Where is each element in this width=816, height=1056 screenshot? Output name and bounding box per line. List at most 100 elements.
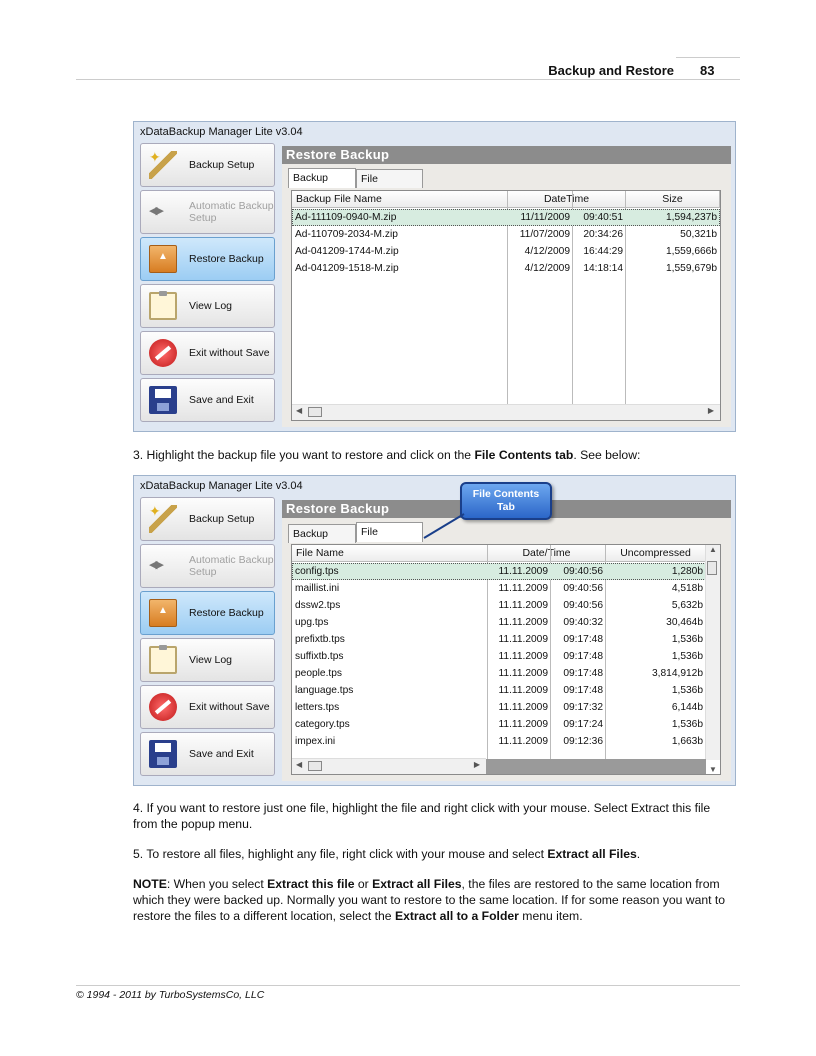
table-cell: 1,536b [671, 634, 703, 645]
column-header[interactable]: Uncompressed Size [606, 545, 706, 575]
scroll-up-icon[interactable]: ▲ [709, 545, 717, 554]
table-row[interactable]: Ad-110709-2034-M.zip 11/07/2009 20:34:26 50… [292, 226, 720, 243]
cycle-arrows-icon [149, 552, 177, 580]
scroll-thumb[interactable] [707, 561, 717, 575]
table-cell: 1,663b [671, 736, 703, 747]
save-and-exit-button[interactable]: Save and Exit [140, 732, 275, 776]
column-header[interactable]: Date/Time [488, 545, 606, 562]
table-cell: 11.11.2009 [498, 566, 548, 577]
scroll-thumb[interactable] [308, 407, 322, 417]
table-cell: 3,814,912b [652, 668, 703, 679]
column-header[interactable]: Backup File Name [292, 191, 508, 208]
backup-file-list[interactable]: Backup File Name DateTime Size Ad-111109… [291, 190, 721, 421]
table-cell: category.tps [295, 719, 350, 730]
save-and-exit-button[interactable]: Save and Exit [140, 378, 275, 422]
button-label: Restore Backup [189, 607, 264, 619]
table-cell: 4,518b [671, 583, 703, 594]
restore-panel: Restore Backup Backup Files File content… [282, 500, 731, 781]
scroll-right-icon[interactable]: ▶ [708, 406, 714, 415]
table-cell: 11.11.2009 [498, 600, 548, 611]
callout-pointer [423, 513, 465, 539]
restore-backup-button[interactable]: Restore Backup [140, 591, 275, 635]
app-window-backup-files: xDataBackup Manager Lite v3.04 Backup Se… [133, 121, 736, 432]
exit-without-save-button[interactable]: Exit without Save [140, 331, 275, 375]
table-cell: 50,321b [680, 229, 717, 240]
automatic-backup-setup-button[interactable]: Automatic BackupSetup [140, 190, 275, 234]
table-cell: people.tps [295, 668, 343, 679]
button-label: Backup Setup [189, 159, 255, 171]
table-row[interactable]: Ad-041209-1518-M.zip 4/12/2009 14:18:14 1,5… [292, 260, 720, 277]
table-cell: Ad-110709-2034-M.zip [295, 229, 398, 240]
scroll-left-icon[interactable]: ◀ [296, 406, 302, 415]
table-row[interactable]: Ad-111109-0940-M.zip 11/11/2009 09:40:51 1,… [292, 209, 720, 226]
horizontal-scrollbar[interactable]: ◀ ▶ [292, 404, 720, 420]
button-label: Exit without Save [189, 701, 270, 713]
table-cell: prefixtb.tps [295, 634, 345, 645]
table-row[interactable]: category.tps 11.11.2009 09:17:24 1,536b [292, 716, 706, 733]
note-paragraph: NOTE: When you select Extract this file … [133, 877, 726, 923]
table-cell: 09:40:56 [563, 566, 603, 577]
header-rule-top [676, 57, 740, 58]
table-row[interactable]: suffixtb.tps 11.11.2009 09:17:48 1,536b [292, 648, 706, 665]
table-cell: config.tps [295, 566, 339, 577]
table-cell: 4/12/2009 [524, 263, 570, 274]
table-cell: 09:40:51 [583, 212, 623, 223]
tab-file-contents[interactable]: File contents [356, 169, 423, 203]
scroll-left-icon[interactable]: ◀ [296, 760, 302, 769]
exit-without-save-button[interactable]: Exit without Save [140, 685, 275, 729]
table-cell: 1,536b [671, 719, 703, 730]
table-cell: maillist.ini [295, 583, 340, 594]
scrollbar-filler [486, 759, 706, 774]
table-row[interactable]: language.tps 11.11.2009 09:17:48 1,536b [292, 682, 706, 699]
table-cell: 4/12/2009 [524, 246, 570, 257]
table-row[interactable]: maillist.ini 11.11.2009 09:40:56 4,518b [292, 580, 706, 597]
scroll-down-icon[interactable]: ▼ [709, 765, 717, 774]
table-row[interactable]: dssw2.tps 11.11.2009 09:40:56 5,632b [292, 597, 706, 614]
floppy-disk-icon [149, 740, 177, 768]
button-label: View Log [189, 300, 233, 312]
table-cell: 11.11.2009 [498, 617, 548, 628]
restore-backup-button[interactable]: Restore Backup [140, 237, 275, 281]
scroll-right-icon[interactable]: ▶ [474, 760, 480, 769]
tab-backup-files[interactable]: Backup Files [288, 168, 356, 202]
table-row[interactable]: config.tps 11.11.2009 09:40:56 1,280b [292, 563, 706, 580]
button-label: View Log [189, 654, 233, 666]
table-cell: 09:17:48 [563, 685, 603, 696]
restore-panel: Restore Backup Backup Files File content… [282, 146, 731, 427]
view-log-button[interactable]: View Log [140, 284, 275, 328]
button-label: Exit without Save [189, 347, 270, 359]
table-row[interactable]: impex.ini 11.11.2009 09:12:36 1,663b [292, 733, 706, 750]
table-cell: 09:17:48 [563, 668, 603, 679]
table-row[interactable]: upg.tps 11.11.2009 09:40:32 30,464b [292, 614, 706, 631]
column-header[interactable]: File Name [292, 545, 488, 562]
clipboard-icon [149, 291, 177, 320]
table-cell: 11.11.2009 [498, 736, 548, 747]
horizontal-scrollbar[interactable]: ◀ ▶ [292, 758, 486, 774]
panel-title: Restore Backup [282, 146, 731, 164]
table-cell: impex.ini [295, 736, 336, 747]
table-cell: 09:40:32 [563, 617, 603, 628]
list-rows: Ad-111109-0940-M.zip 11/11/2009 09:40:51 1,… [292, 209, 720, 277]
table-cell: language.tps [295, 685, 354, 696]
table-row[interactable]: prefixtb.tps 11.11.2009 09:17:48 1,536b [292, 631, 706, 648]
table-row[interactable]: Ad-041209-1744-M.zip 4/12/2009 16:44:29 1,5… [292, 243, 720, 260]
cycle-arrows-icon [149, 198, 177, 226]
scroll-thumb[interactable] [308, 761, 322, 771]
automatic-backup-setup-button[interactable]: Automatic BackupSetup [140, 544, 275, 588]
view-log-button[interactable]: View Log [140, 638, 275, 682]
column-header[interactable]: Size [626, 191, 720, 208]
table-row[interactable]: letters.tps 11.11.2009 09:17:32 6,144b [292, 699, 706, 716]
column-header[interactable]: DateTime [508, 191, 626, 208]
tab-backup-files[interactable]: Backup Files [288, 524, 356, 558]
backup-setup-button[interactable]: Backup Setup [140, 497, 275, 541]
table-cell: 1,536b [671, 651, 703, 662]
table-cell: 11/11/2009 [520, 212, 570, 223]
vertical-scrollbar[interactable]: ▲ ▼ [705, 545, 720, 774]
no-entry-icon [149, 339, 177, 367]
backup-setup-button[interactable]: Backup Setup [140, 143, 275, 187]
file-contents-list[interactable]: File Name Date/Time Uncompressed Size co… [291, 544, 721, 775]
table-row[interactable]: people.tps 11.11.2009 09:17:48 3,814,912b [292, 665, 706, 682]
list-header: Backup File Name DateTime Size [292, 191, 720, 208]
button-label: Restore Backup [189, 253, 264, 265]
instruction-4: 4. If you want to restore just one file,… [133, 801, 711, 831]
